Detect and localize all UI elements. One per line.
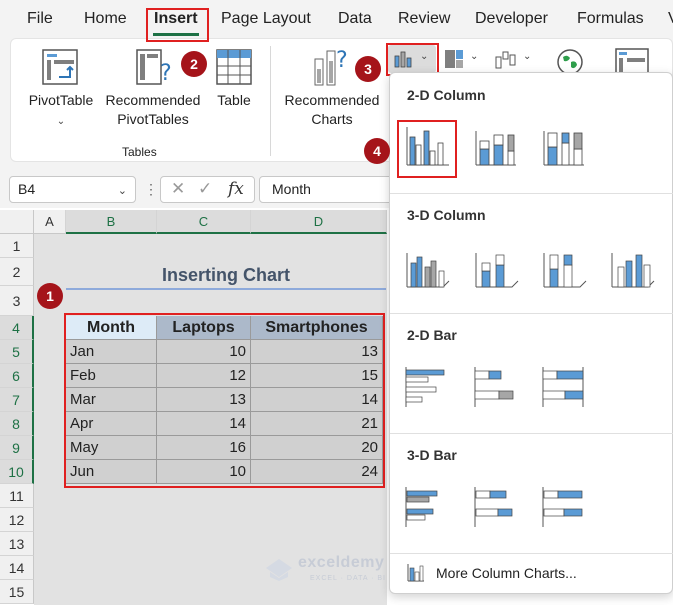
formula-input[interactable]: Month bbox=[259, 176, 399, 203]
tab-formulas[interactable]: Formulas bbox=[577, 10, 644, 28]
svg-text:?: ? bbox=[336, 48, 348, 73]
grid-row-12 bbox=[34, 508, 387, 532]
row-header-11[interactable]: 11 bbox=[0, 484, 34, 508]
percent-stacked-bar-icon[interactable] bbox=[538, 361, 590, 413]
watermark-tagline: EXCEL · DATA · BI bbox=[310, 575, 386, 582]
3d-stacked-column-icon[interactable] bbox=[472, 243, 524, 295]
tab-review[interactable]: Review bbox=[398, 10, 450, 28]
row-header-9[interactable]: 9 bbox=[0, 436, 34, 460]
section-2d-bar: 2-D Bar bbox=[407, 327, 457, 343]
more-column-charts-link[interactable]: More Column Charts... bbox=[436, 565, 577, 581]
enter-icon[interactable]: ✓ bbox=[198, 179, 212, 199]
3d-clustered-bar-icon[interactable] bbox=[401, 481, 453, 533]
3d-clustered-column-icon[interactable] bbox=[403, 243, 455, 295]
gallery-divider bbox=[390, 313, 673, 314]
row-header-7[interactable]: 7 bbox=[0, 388, 34, 412]
clustered-bar-icon[interactable] bbox=[401, 361, 453, 413]
recommended-pivottables-icon: ? bbox=[136, 49, 172, 85]
gallery-divider bbox=[390, 553, 673, 554]
column-header-c[interactable]: C bbox=[157, 210, 251, 234]
row-header-15[interactable]: 15 bbox=[0, 580, 34, 604]
waterfall-chart-button[interactable]: ⌄ bbox=[495, 47, 535, 71]
row-header-6[interactable]: 6 bbox=[0, 364, 34, 388]
insert-function-icon[interactable]: fx bbox=[228, 179, 244, 199]
column-chart-gallery: 2-D Column 3-D Column 2-D Bar 3-D Bar Mo… bbox=[389, 72, 673, 594]
table-icon bbox=[216, 49, 252, 85]
chevron-down-icon: ⌄ bbox=[117, 185, 127, 197]
row-header-3[interactable]: 3 bbox=[0, 286, 34, 316]
row-header-12[interactable]: 12 bbox=[0, 508, 34, 532]
stacked-column-icon[interactable] bbox=[470, 121, 522, 173]
section-3d-bar: 3-D Bar bbox=[407, 447, 457, 463]
tab-view[interactable]: V bbox=[668, 10, 673, 28]
row-header-13[interactable]: 13 bbox=[0, 532, 34, 556]
hierarchy-chart-button[interactable]: ⌄ bbox=[444, 47, 484, 71]
row-header-8[interactable]: 8 bbox=[0, 412, 34, 436]
row-header-14[interactable]: 14 bbox=[0, 556, 34, 580]
exceldemy-logo-icon bbox=[266, 559, 292, 581]
step-marker-4: 4 bbox=[364, 138, 390, 164]
tab-data[interactable]: Data bbox=[338, 10, 372, 28]
grid-row-13 bbox=[34, 532, 387, 556]
tab-file[interactable]: File bbox=[27, 10, 53, 28]
recommended-pivottables-label-2: PivotTables bbox=[117, 111, 189, 127]
chevron-down-icon: ⌄ bbox=[470, 51, 479, 62]
3d-percent-stacked-bar-icon[interactable] bbox=[538, 481, 590, 533]
pivottable-icon bbox=[42, 49, 78, 85]
row-header-1[interactable]: 1 bbox=[0, 234, 34, 258]
ribbon-tab-bar: File Home Insert Page Layout Data Review… bbox=[0, 0, 673, 38]
excel-window: File Home Insert Page Layout Data Review… bbox=[0, 0, 673, 605]
tab-developer[interactable]: Developer bbox=[475, 10, 548, 28]
more-options-icon[interactable]: ⋮ bbox=[144, 181, 158, 198]
hierarchy-chart-icon bbox=[445, 50, 463, 68]
highlight-clustered-column bbox=[397, 120, 457, 178]
sheet-title[interactable]: Inserting Chart bbox=[66, 263, 386, 287]
column-header-d[interactable]: D bbox=[251, 210, 387, 234]
chevron-down-icon: ⌄ bbox=[56, 116, 66, 127]
more-charts-icon bbox=[407, 564, 424, 582]
select-all-corner[interactable] bbox=[0, 210, 34, 234]
column-header-a[interactable]: A bbox=[34, 210, 66, 234]
step-marker-1: 1 bbox=[37, 283, 63, 309]
grid-row-1 bbox=[34, 234, 387, 258]
name-box[interactable]: B4 ⌄ bbox=[9, 176, 136, 203]
svg-text:?: ? bbox=[160, 61, 172, 85]
name-box-value: B4 bbox=[18, 181, 36, 197]
section-2d-column: 2-D Column bbox=[407, 87, 486, 103]
row-header-4[interactable]: 4 bbox=[0, 316, 34, 340]
row-header-2[interactable]: 2 bbox=[0, 258, 34, 286]
gallery-divider bbox=[390, 193, 673, 194]
recommended-charts-icon: ? bbox=[314, 48, 348, 86]
section-3d-column: 3-D Column bbox=[407, 207, 486, 223]
3d-percent-stacked-column-icon[interactable] bbox=[540, 243, 592, 295]
row-header-5[interactable]: 5 bbox=[0, 340, 34, 364]
waterfall-chart-icon bbox=[495, 51, 516, 69]
pivottable-label: PivotTable bbox=[28, 92, 94, 108]
title-underline bbox=[66, 288, 386, 290]
tab-home[interactable]: Home bbox=[84, 10, 127, 28]
row-header-10[interactable]: 10 bbox=[0, 460, 34, 484]
tables-group-label: Tables bbox=[122, 145, 157, 159]
step-marker-3: 3 bbox=[355, 56, 381, 82]
recommended-charts-label-1: Recommended bbox=[284, 92, 380, 108]
3d-stacked-bar-icon[interactable] bbox=[470, 481, 522, 533]
watermark-name: exceldemy bbox=[298, 554, 385, 571]
ribbon-group-divider bbox=[270, 46, 271, 156]
3d-column-icon[interactable] bbox=[608, 243, 660, 295]
chevron-down-icon: ⌄ bbox=[523, 51, 532, 62]
recommended-pivottables-label-1: Recommended bbox=[105, 92, 201, 108]
tab-page-layout[interactable]: Page Layout bbox=[221, 10, 311, 28]
highlight-insert-tab bbox=[146, 8, 209, 42]
formula-buttons: ✕ ✓ fx bbox=[160, 176, 255, 203]
step-marker-2: 2 bbox=[181, 51, 207, 77]
column-header-b[interactable]: B bbox=[66, 210, 157, 234]
stacked-bar-icon[interactable] bbox=[470, 361, 522, 413]
percent-stacked-column-icon[interactable] bbox=[538, 121, 590, 173]
table-label: Table bbox=[217, 92, 251, 108]
gallery-divider bbox=[390, 433, 673, 434]
highlight-data-range bbox=[64, 313, 385, 488]
recommended-charts-label-2: Charts bbox=[311, 111, 353, 127]
cancel-icon[interactable]: ✕ bbox=[171, 179, 185, 199]
